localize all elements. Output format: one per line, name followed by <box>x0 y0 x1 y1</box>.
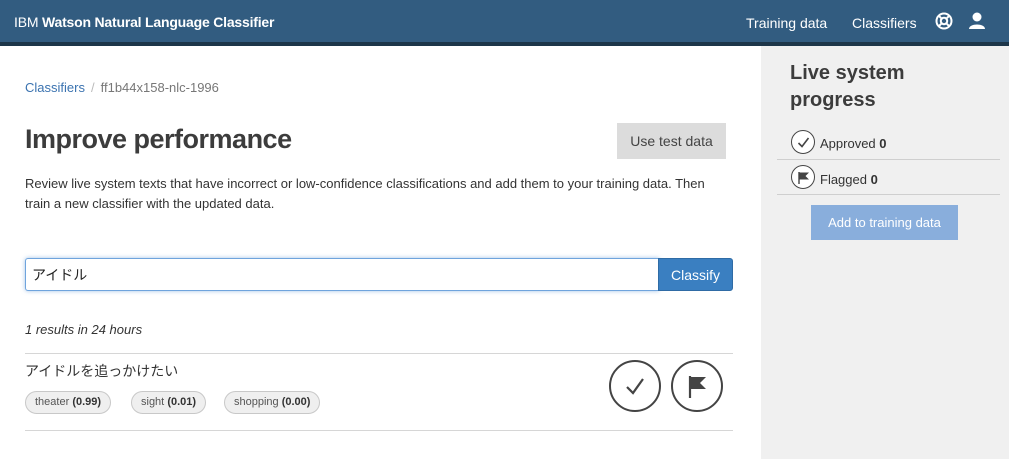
result-text: アイドルを追っかけたい <box>25 364 179 380</box>
flagged-flag-icon <box>791 165 815 189</box>
class-pill-sight[interactable]: sight (0.01) <box>131 391 207 414</box>
divider <box>25 430 733 431</box>
main-content: Classifiers / ff1b44x158-nlc-1996 Improve … <box>0 46 761 459</box>
breadcrumb-classifiers-link[interactable]: Classifiers <box>25 80 85 95</box>
page-title: Improve performance <box>25 124 292 154</box>
flag-icon <box>688 376 706 398</box>
class-name: theater <box>35 396 70 408</box>
help-lifebuoy-icon[interactable] <box>934 11 954 31</box>
brand-name: Watson Natural Language Classifier <box>41 14 275 30</box>
divider <box>777 159 1000 160</box>
class-pill-theater[interactable]: theater (0.99) <box>25 391 112 414</box>
divider <box>25 353 733 354</box>
top-navigation-bar: IBM Watson Natural Language Classifier T… <box>0 0 1009 46</box>
brand-prefix: IBM <box>14 14 42 30</box>
classify-button[interactable]: Classify <box>658 258 733 291</box>
user-icon[interactable] <box>967 11 987 31</box>
flagged-label: Flagged <box>820 172 867 187</box>
breadcrumb-current: ff1b44x158-nlc-1996 <box>100 80 219 95</box>
results-count: 1 results in 24 hours <box>25 322 143 337</box>
sidebar-title-line1: Live system <box>790 62 905 84</box>
sidebar-title-line2: progress <box>790 89 876 111</box>
sidebar-title: Live system progress <box>790 60 905 114</box>
live-progress-sidebar: Live system progress Approved 0 Flagged … <box>761 46 1009 459</box>
class-pill-shopping[interactable]: shopping (0.00) <box>224 391 321 414</box>
page-description: Review live system texts that have incor… <box>25 176 705 211</box>
add-to-training-data-button[interactable]: Add to training data <box>811 205 958 240</box>
checkmark-icon <box>626 378 644 395</box>
breadcrumb-separator: / <box>90 80 95 95</box>
class-score: (0.99) <box>72 396 102 408</box>
use-test-data-button[interactable]: Use test data <box>617 123 726 159</box>
class-name: sight <box>141 396 165 408</box>
class-score: (0.01) <box>167 396 197 408</box>
flag-button[interactable] <box>671 360 723 412</box>
flagged-count: 0 <box>870 172 878 187</box>
approved-label: Approved <box>820 136 876 151</box>
nav-training-data[interactable]: Training data <box>746 15 827 31</box>
class-score: (0.00) <box>281 396 311 408</box>
approved-check-icon <box>791 130 815 154</box>
class-name: shopping <box>234 396 279 408</box>
divider <box>777 194 1000 195</box>
flagged-status: Flagged 0 <box>820 172 878 187</box>
app-brand[interactable]: IBM Watson Natural Language Classifier <box>14 14 274 30</box>
nav-classifiers[interactable]: Classifiers <box>852 15 917 31</box>
breadcrumb: Classifiers / ff1b44x158-nlc-1996 <box>25 80 219 95</box>
search-input[interactable] <box>25 258 659 291</box>
approved-count: 0 <box>879 136 887 151</box>
approved-status: Approved 0 <box>820 136 887 151</box>
approve-button[interactable] <box>609 360 661 412</box>
